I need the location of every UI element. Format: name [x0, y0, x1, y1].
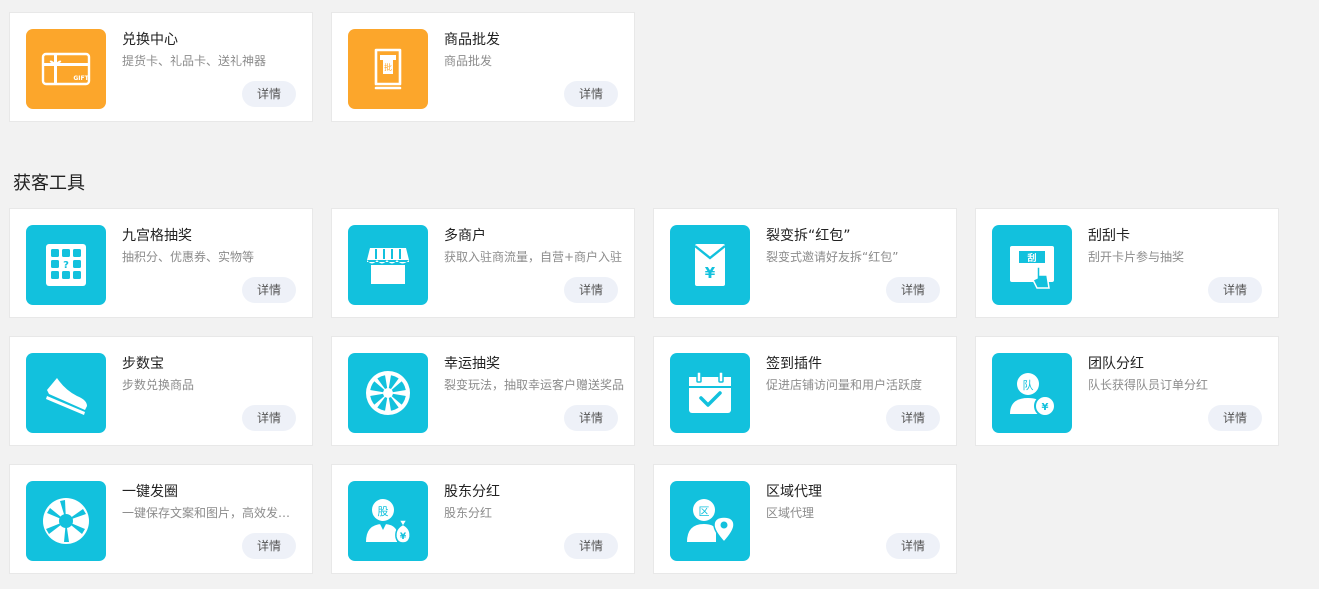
svg-text:区: 区: [699, 505, 710, 518]
card-title: 团队分红: [1088, 356, 1144, 372]
wholesale-icon: 批: [348, 29, 428, 109]
card-desc: 裂变玩法，抽取幸运客户赠送奖品: [444, 378, 624, 392]
region-agent-icon: 区: [670, 481, 750, 561]
card-red-envelope[interactable]: ¥ 裂变拆“红包” 裂变式邀请好友拆“红包” 详情: [653, 208, 957, 318]
svg-text:¥: ¥: [1042, 402, 1049, 413]
card-step-treasure[interactable]: 步数宝 步数兑换商品 详情: [9, 336, 313, 446]
card-exchange-center[interactable]: GIFT 兑换中心 提货卡、礼品卡、送礼神器 详情: [9, 12, 313, 122]
card-desc: 步数兑换商品: [122, 378, 195, 392]
svg-text:刮: 刮: [1027, 252, 1036, 264]
detail-button[interactable]: 详情: [564, 277, 618, 303]
section-title: 获客工具: [13, 173, 85, 194]
card-desc: 抽积分、优惠券、实物等: [122, 250, 255, 264]
card-desc: 刮开卡片参与抽奖: [1088, 250, 1185, 264]
team-bonus-icon: 队 ¥: [992, 353, 1072, 433]
card-nine-grid-lottery[interactable]: ? 九宫格抽奖 抽积分、优惠券、实物等 详情: [9, 208, 313, 318]
card-title: 九宫格抽奖: [122, 228, 192, 244]
card-title: 商品批发: [444, 32, 500, 48]
card-lucky-draw[interactable]: 幸运抽奖 裂变玩法，抽取幸运客户赠送奖品 详情: [331, 336, 635, 446]
detail-button[interactable]: 详情: [564, 405, 618, 431]
card-team-bonus[interactable]: 队 ¥ 团队分红 队长获得队员订单分红 详情: [975, 336, 1279, 446]
scratch-card-icon: 刮: [992, 225, 1072, 305]
card-check-in[interactable]: 签到插件 促进店铺访问量和用户活跃度 详情: [653, 336, 957, 446]
detail-button[interactable]: 详情: [242, 405, 296, 431]
card-title: 幸运抽奖: [444, 356, 500, 372]
card-title: 签到插件: [766, 356, 822, 372]
card-desc: 商品批发: [444, 54, 493, 68]
detail-button[interactable]: 详情: [564, 533, 618, 559]
card-desc: 股东分红: [444, 506, 493, 520]
detail-button[interactable]: 详情: [242, 277, 296, 303]
detail-button[interactable]: 详情: [1208, 405, 1262, 431]
card-title: 刮刮卡: [1088, 228, 1130, 244]
detail-button[interactable]: 详情: [242, 81, 296, 107]
detail-button[interactable]: 详情: [886, 405, 940, 431]
card-title: 步数宝: [122, 356, 164, 372]
card-desc: 裂变式邀请好友拆“红包”: [766, 250, 899, 264]
svg-text:批: 批: [384, 62, 392, 72]
detail-button[interactable]: 详情: [242, 533, 296, 559]
card-title: 区域代理: [766, 484, 822, 500]
card-shareholder-bonus[interactable]: 股 ¥ 股东分红 股东分红 详情: [331, 464, 635, 574]
card-desc: 一键保存文案和图片，高效发朋友圈: [122, 506, 302, 520]
svg-text:?: ?: [63, 260, 69, 271]
detail-button[interactable]: 详情: [886, 533, 940, 559]
gift-text: GIFT: [73, 75, 89, 82]
card-desc: 获取入驻商流量，自营+商户入驻: [444, 250, 623, 264]
card-title: 多商户: [444, 228, 486, 244]
detail-button[interactable]: 详情: [564, 81, 618, 107]
svg-text:队: 队: [1023, 378, 1034, 392]
card-desc: 区域代理: [766, 506, 815, 520]
shutter-icon: [26, 481, 106, 561]
card-multi-merchant[interactable]: 多商户 获取入驻商流量，自营+商户入驻 详情: [331, 208, 635, 318]
card-desc: 队长获得队员订单分红: [1088, 378, 1209, 392]
calendar-check-icon: [670, 353, 750, 433]
card-wholesale[interactable]: 批 商品批发 商品批发 详情: [331, 12, 635, 122]
gift-card-icon: GIFT: [26, 29, 106, 109]
svg-text:¥: ¥: [400, 532, 407, 542]
nine-grid-icon: ?: [26, 225, 106, 305]
card-title: 兑换中心: [122, 32, 178, 48]
red-envelope-icon: ¥: [670, 225, 750, 305]
card-title: 一键发圈: [122, 484, 178, 500]
card-desc: 促进店铺访问量和用户活跃度: [766, 378, 923, 392]
card-title: 裂变拆“红包”: [766, 228, 851, 244]
svg-text:¥: ¥: [705, 264, 716, 282]
card-one-click-share[interactable]: 一键发圈 一键保存文案和图片，高效发朋友圈 详情: [9, 464, 313, 574]
plugin-page: GIFT 兑换中心 提货卡、礼品卡、送礼神器 详情 批 商品批发 商品批发 详情…: [0, 0, 1319, 589]
card-scratch-card[interactable]: 刮 刮刮卡 刮开卡片参与抽奖 详情: [975, 208, 1279, 318]
shareholder-icon: 股 ¥: [348, 481, 428, 561]
sneaker-icon: [26, 353, 106, 433]
detail-button[interactable]: 详情: [1208, 277, 1262, 303]
detail-button[interactable]: 详情: [886, 277, 940, 303]
lucky-wheel-icon: [348, 353, 428, 433]
card-desc: 提货卡、礼品卡、送礼神器: [122, 54, 267, 68]
card-region-agent[interactable]: 区 区域代理 区域代理 详情: [653, 464, 957, 574]
storefront-icon: [348, 225, 428, 305]
card-title: 股东分红: [444, 484, 500, 500]
svg-text:股: 股: [378, 505, 389, 518]
